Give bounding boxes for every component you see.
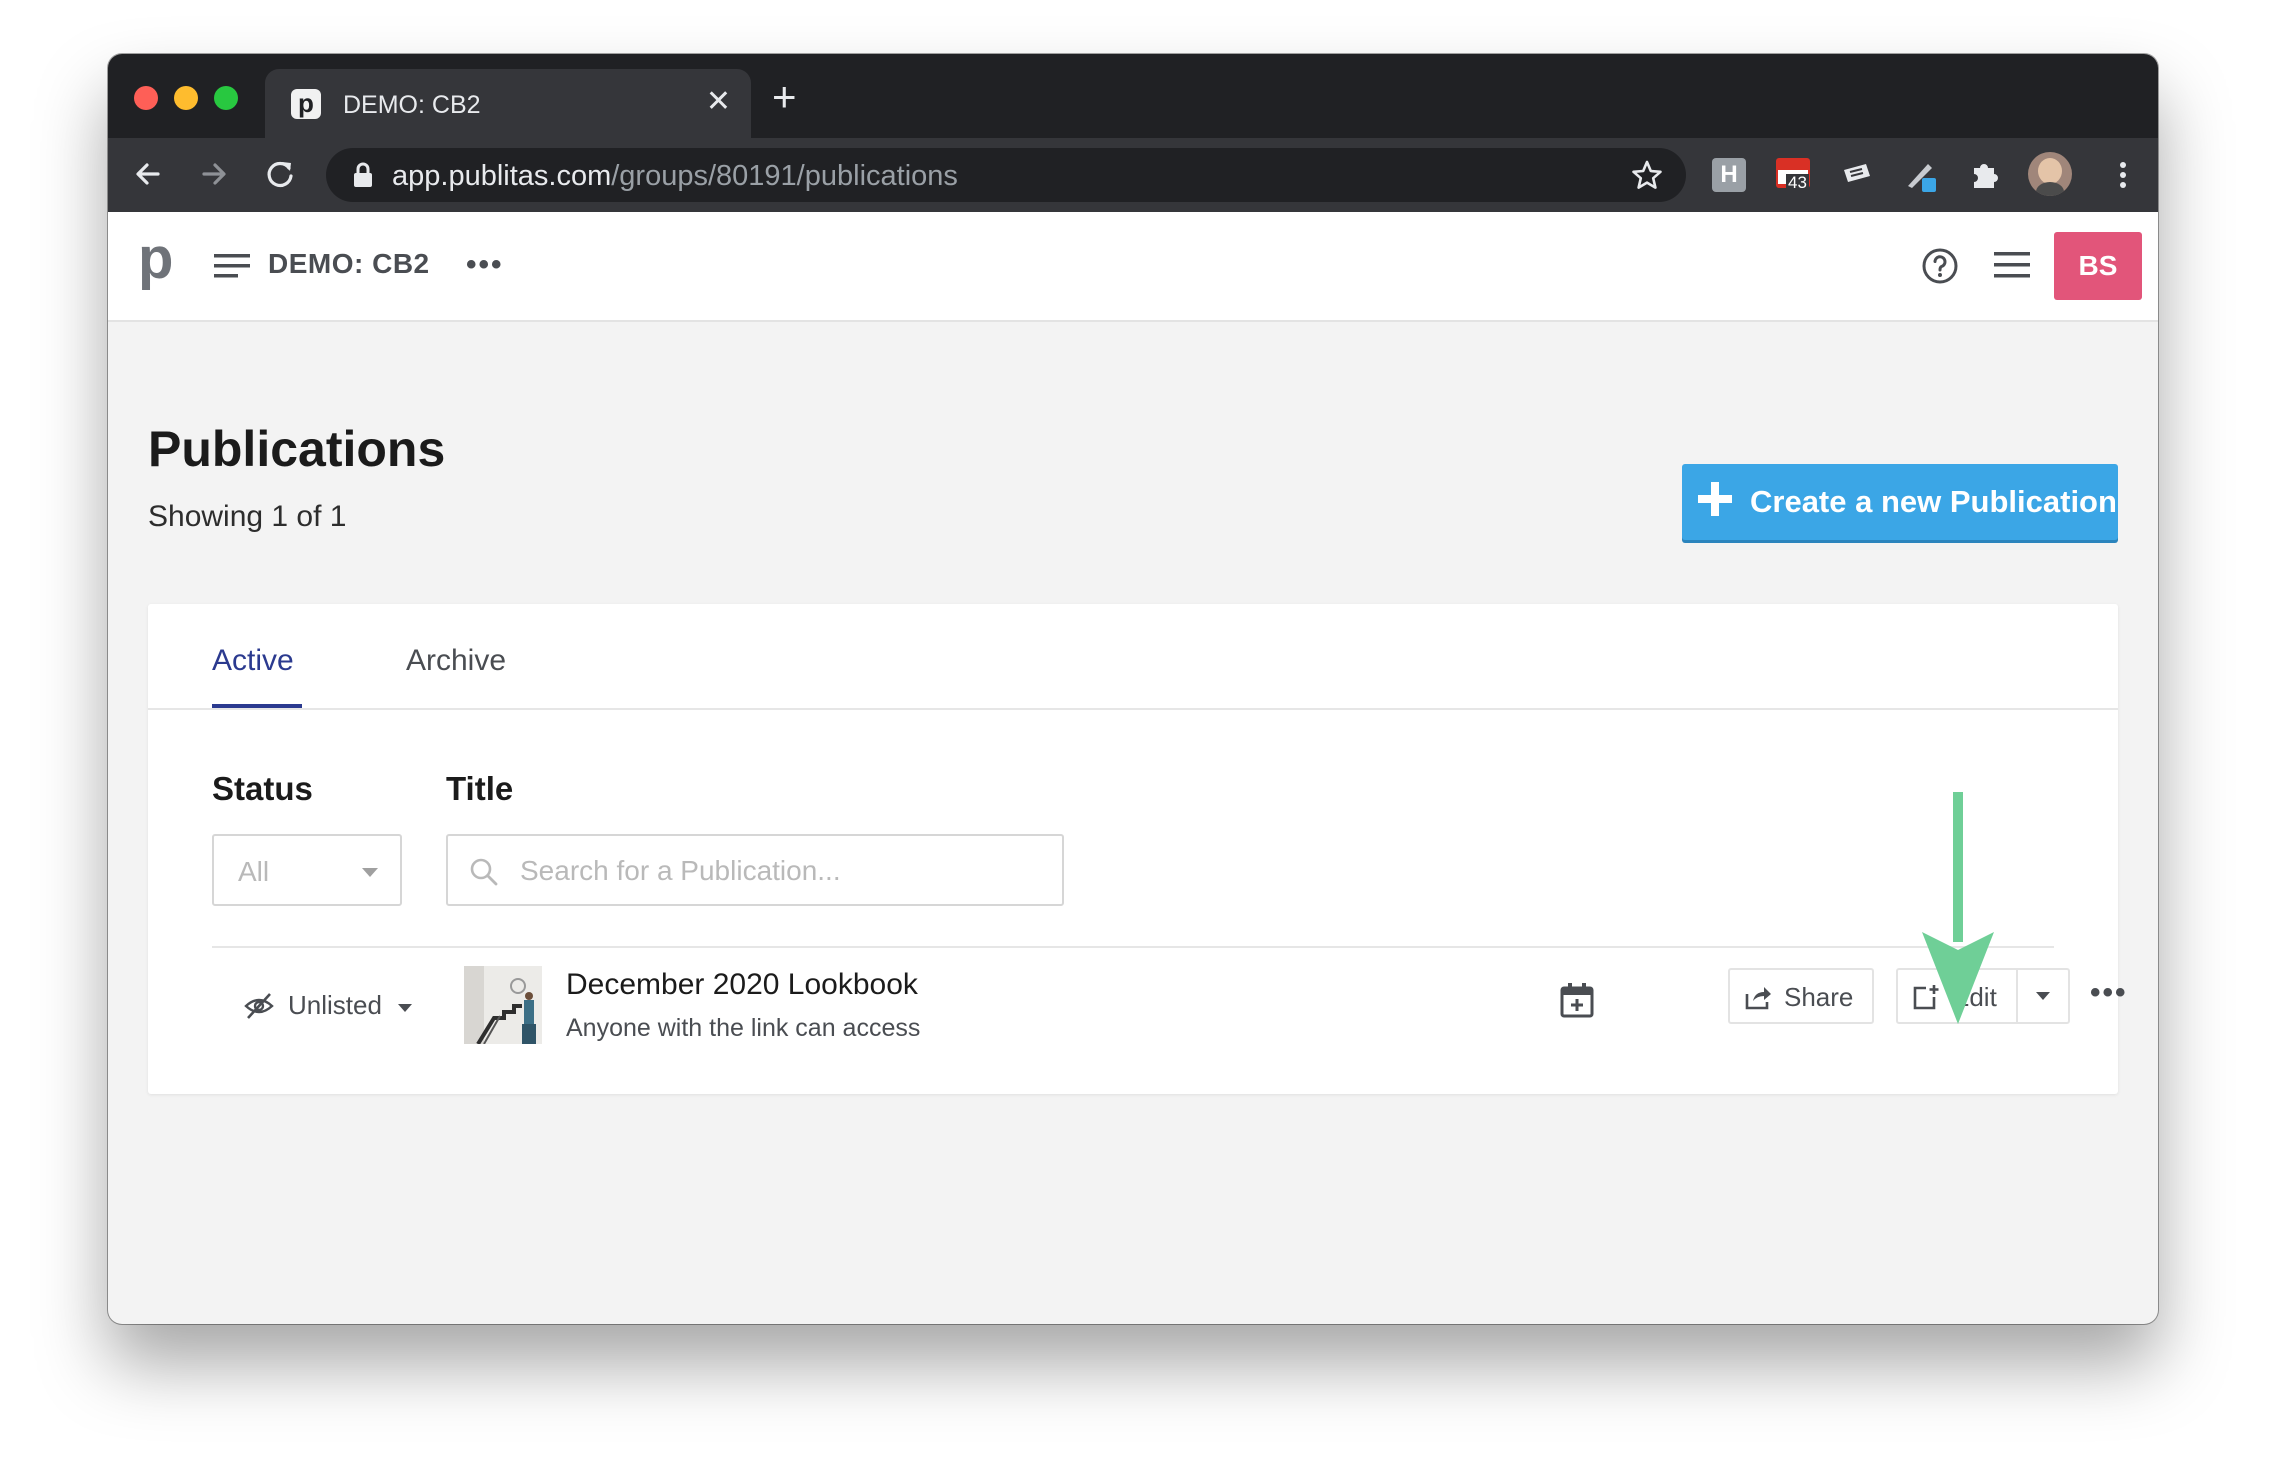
publication-access: Anyone with the link can access xyxy=(566,1014,921,1042)
search-icon xyxy=(470,858,498,886)
group-more-icon[interactable]: ••• xyxy=(466,248,504,282)
edit-dropdown-chevron-icon[interactable] xyxy=(2036,992,2050,1000)
visibility-label: Unlisted xyxy=(288,990,382,1020)
publitas-logo[interactable]: p xyxy=(138,230,173,288)
reload-icon[interactable] xyxy=(260,154,300,194)
publication-thumbnail[interactable] xyxy=(464,966,542,1044)
forward-icon[interactable] xyxy=(194,154,234,194)
hamburger-menu-icon[interactable] xyxy=(214,252,250,280)
title-search-field[interactable] xyxy=(446,834,1064,906)
tab-archive[interactable]: Archive xyxy=(406,644,506,678)
tab-close-icon[interactable]: ✕ xyxy=(706,87,731,117)
annotation-arrow xyxy=(1922,792,1994,1024)
profile-avatar-icon[interactable] xyxy=(2028,152,2072,196)
lock-icon xyxy=(354,162,372,187)
tab-title: DEMO: CB2 xyxy=(343,91,481,119)
create-publication-button[interactable]: Create a new Publication xyxy=(1682,464,2118,540)
create-publication-label: Create a new Publication xyxy=(1750,484,2117,519)
extension-calendar-icon[interactable]: 43 xyxy=(1776,158,1810,192)
new-tab-button[interactable]: + xyxy=(772,76,797,118)
user-avatar[interactable]: BS xyxy=(2054,232,2142,300)
tab-active[interactable]: Active xyxy=(212,644,294,678)
extension-ticket-icon[interactable] xyxy=(1840,158,1874,192)
results-count: Showing 1 of 1 xyxy=(148,500,347,533)
back-icon[interactable] xyxy=(128,154,168,194)
title-filter-label: Title xyxy=(446,770,514,807)
extension-pen-icon[interactable] xyxy=(1904,158,1938,192)
edit-divider xyxy=(2016,970,2018,1022)
status-select-value: All xyxy=(238,856,270,887)
search-input[interactable] xyxy=(518,850,1042,892)
address-bar[interactable]: app.publitas.com/groups/80191/publicatio… xyxy=(326,148,1686,202)
share-icon xyxy=(1745,987,1771,1010)
publication-more-icon[interactable]: ••• xyxy=(2090,976,2128,1010)
publications-card: Active Archive Status Title All Unlisted xyxy=(148,604,2126,1094)
chevron-down-icon xyxy=(398,1004,412,1012)
page-title: Publications xyxy=(148,421,446,477)
browser-menu-icon[interactable] xyxy=(2106,158,2140,192)
list-divider xyxy=(212,946,2054,948)
close-window-button[interactable] xyxy=(134,86,158,110)
share-label: Share xyxy=(1784,982,1854,1012)
menu-icon[interactable] xyxy=(1994,250,2030,280)
browser-window: p DEMO: CB2 ✕ + app.publitas.com/groups/… xyxy=(108,54,2158,1324)
chevron-down-icon xyxy=(362,868,378,877)
extensions-puzzle-icon[interactable] xyxy=(1968,158,2002,192)
app-header: p DEMO: CB2 ••• BS xyxy=(108,212,2158,322)
group-name[interactable]: DEMO: CB2 xyxy=(268,248,430,280)
eye-slash-icon xyxy=(244,993,274,1019)
browser-tab[interactable]: p DEMO: CB2 ✕ xyxy=(265,69,751,138)
status-filter-label: Status xyxy=(212,770,313,807)
schedule-calendar-icon[interactable] xyxy=(1560,982,1594,1018)
maximize-window-button[interactable] xyxy=(214,86,238,110)
minimize-window-button[interactable] xyxy=(174,86,198,110)
url-text: app.publitas.com/groups/80191/publicatio… xyxy=(392,160,958,192)
tabs-divider xyxy=(148,708,2118,710)
bookmark-star-icon[interactable] xyxy=(1630,158,1664,192)
share-button[interactable]: Share xyxy=(1728,968,1874,1024)
publication-title[interactable]: December 2020 Lookbook xyxy=(566,968,918,1002)
help-icon[interactable] xyxy=(1920,246,1960,286)
extension-h-icon[interactable]: H xyxy=(1712,158,1746,192)
plus-icon xyxy=(1698,482,1732,516)
status-select[interactable]: All xyxy=(212,834,402,906)
favicon-icon: p xyxy=(291,89,321,119)
browser-toolbar: app.publitas.com/groups/80191/publicatio… xyxy=(108,138,2158,212)
tab-strip: p DEMO: CB2 ✕ + xyxy=(108,54,2158,138)
